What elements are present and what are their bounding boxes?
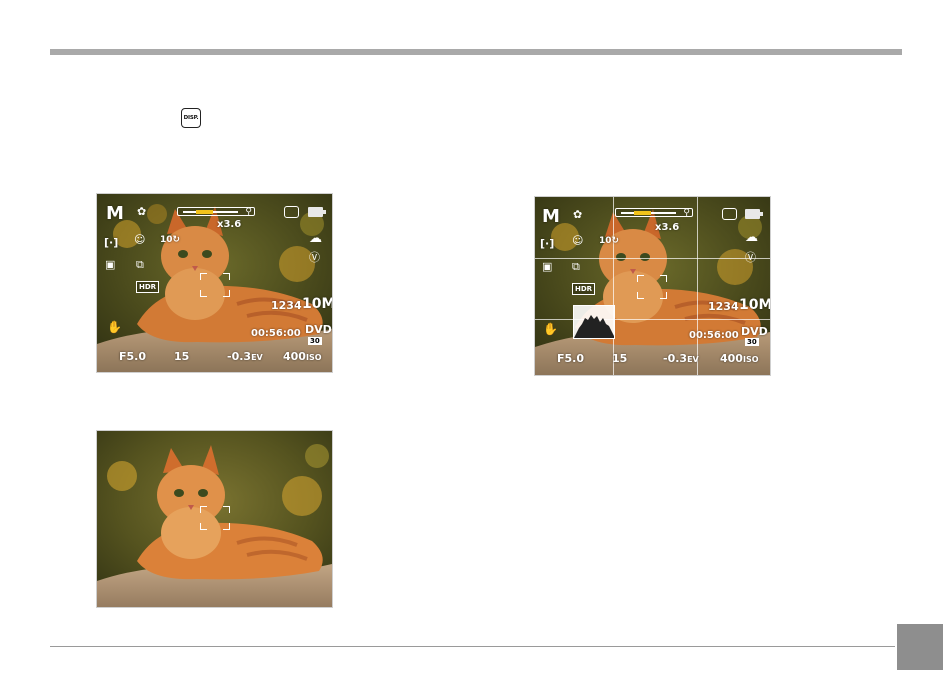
- battery-icon: [308, 207, 326, 217]
- record-time: 00:56:00: [251, 328, 301, 339]
- shutter: 15: [174, 350, 190, 363]
- grid-line-vertical-2: [697, 197, 698, 375]
- white-balance-cloudy-icon: ☁: [309, 231, 322, 246]
- mode-label: M: [542, 206, 560, 227]
- zoom-ratio: x3.6: [655, 222, 680, 233]
- metering-icon: ▣: [105, 258, 116, 271]
- resolution: 10M: [302, 296, 333, 312]
- disp-button-icon: DISP.: [181, 108, 201, 128]
- zoom-bar: ⚲: [177, 206, 255, 216]
- hdr-badge: HDR: [136, 281, 160, 293]
- macro-flower-icon: ✿: [137, 205, 147, 218]
- zoom-ratio: x3.6: [217, 219, 242, 230]
- grid-line-horizontal-2: [535, 319, 770, 320]
- aperture: F5.0: [119, 350, 147, 363]
- memory-card-icon: [722, 208, 737, 220]
- continuous-shot-icon: ⧉: [572, 260, 580, 273]
- histogram: [573, 305, 615, 339]
- memory-card-icon: [284, 206, 299, 218]
- video-fps: 30: [745, 338, 759, 346]
- af-frame: [200, 506, 230, 530]
- scene-mode-icon: Ⓥ: [745, 251, 756, 264]
- video-format: DVD: [741, 325, 768, 338]
- shutter: 15: [612, 352, 628, 365]
- face-detection-icon: ☺: [134, 233, 146, 246]
- record-time: 00:56:00: [689, 330, 739, 341]
- exposure-value: -0.3EV: [663, 352, 699, 365]
- shot-count: 1234: [271, 299, 302, 312]
- zoom-magnifier-icon: ⚲: [683, 207, 690, 217]
- zoom-bar: ⚲: [615, 207, 693, 217]
- af-frame: [637, 275, 667, 299]
- video-fps: 30: [308, 337, 322, 345]
- hand-stabilizer-icon: ✋: [543, 322, 558, 336]
- self-timer-value: 10: [599, 236, 612, 246]
- self-timer-value: 10: [160, 235, 173, 245]
- scene-mode-icon: Ⓥ: [309, 251, 320, 264]
- camera-screen-full-info: M ✿ ⚲ x3.6 [·] ☺ 10↻ ☁ Ⓥ ▣ ⧉ HDR 1234 10…: [96, 193, 333, 373]
- page-number-box: [897, 624, 943, 670]
- hdr-badge: HDR: [572, 283, 596, 295]
- grid-line-horizontal-1: [535, 258, 770, 259]
- header-bar: [50, 49, 902, 55]
- self-timer-icon: 10↻: [599, 236, 620, 246]
- zoom-level-fill: [196, 210, 213, 214]
- hand-stabilizer-icon: ✋: [107, 320, 122, 334]
- face-detection-icon: ☺: [572, 234, 584, 247]
- camera-screen-no-info: [96, 430, 333, 608]
- battery-icon: [745, 209, 763, 219]
- af-area-icon: [·]: [104, 236, 119, 249]
- af-frame: [200, 273, 230, 297]
- grid-line-vertical-1: [613, 197, 614, 375]
- zoom-magnifier-icon: ⚲: [245, 206, 252, 216]
- macro-flower-icon: ✿: [573, 208, 583, 221]
- aperture: F5.0: [557, 352, 585, 365]
- white-balance-cloudy-icon: ☁: [745, 230, 758, 245]
- iso-value: 400ISO: [720, 352, 759, 365]
- camera-screen-histogram: M ✿ ⚲ x3.6 [·] ☺ 10↻ ☁ Ⓥ ▣ ⧉ HDR 1234 10…: [534, 196, 771, 376]
- video-format: DVD: [305, 323, 332, 336]
- shot-count: 1234: [708, 300, 739, 313]
- continuous-shot-icon: ⧉: [136, 258, 144, 271]
- self-timer-icon: 10↻: [160, 235, 181, 245]
- metering-icon: ▣: [542, 260, 553, 273]
- af-area-icon: [·]: [540, 237, 555, 250]
- mode-label: M: [106, 203, 124, 224]
- exposure-value: -0.3EV: [227, 350, 263, 363]
- resolution: 10M: [739, 297, 771, 313]
- zoom-level-fill: [634, 211, 651, 215]
- iso-value: 400ISO: [283, 350, 322, 363]
- histogram-graph: [574, 315, 614, 338]
- footer-line: [50, 646, 895, 647]
